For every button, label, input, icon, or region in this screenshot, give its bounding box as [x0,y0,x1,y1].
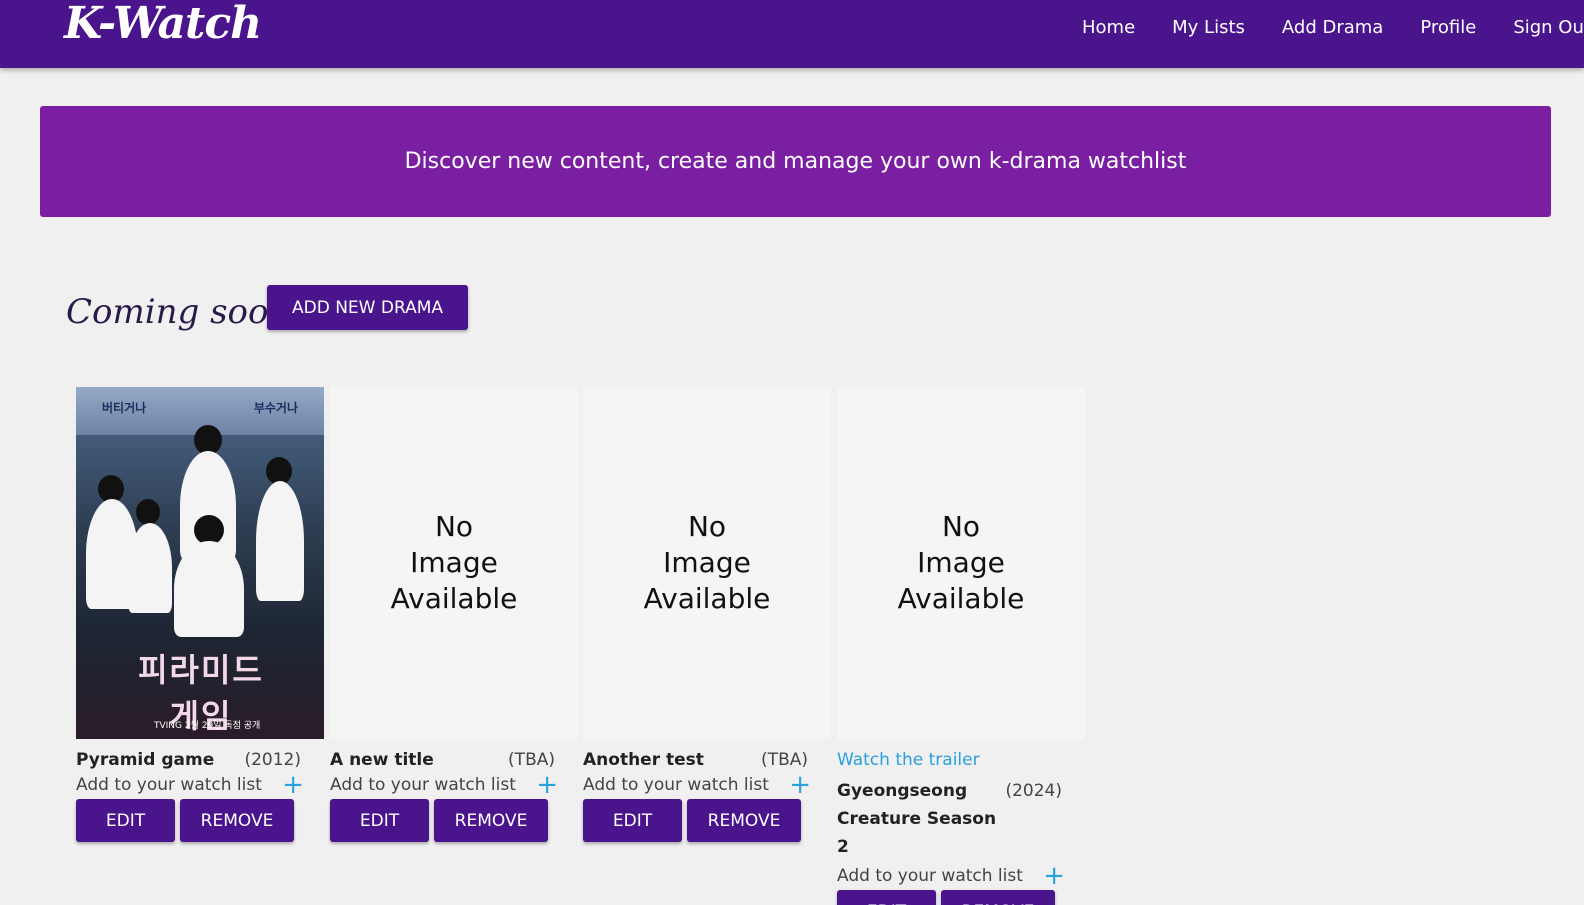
poster-footer: TVING 2월 29일 독점 공개 [154,721,261,731]
drama-title-row: A new title (TBA) [330,750,555,770]
drama-year: (TBA) [761,750,808,770]
drama-year: (2012) [244,750,301,770]
drama-title-row: Gyeongseong Creature Season 2 (2024) [837,777,1062,861]
no-image-placeholder[interactable]: No Image Available [583,387,831,739]
watchlist-row: Add to your watch list + [330,772,558,798]
no-image-placeholder[interactable]: No Image Available [837,387,1085,739]
no-image-text: Available [643,582,771,615]
card-actions: EDIT REMOVE [837,890,1085,905]
no-image-text: Image [917,546,1005,579]
edit-button[interactable]: EDIT [330,799,429,842]
nav-profile[interactable]: Profile [1420,17,1476,38]
card-actions: EDIT REMOVE [583,799,831,842]
poster-figure [128,523,172,613]
add-to-watchlist-icon[interactable]: + [789,772,811,798]
add-new-drama-button[interactable]: ADD NEW DRAMA [267,285,468,330]
poster-logo: 피라미드 게임 [138,651,264,735]
add-to-watchlist-icon[interactable]: + [1043,863,1065,889]
nav-sign-out[interactable]: Sign Out [1513,17,1584,38]
watchlist-row: Add to your watch list + [583,772,811,798]
no-image-text: Available [390,582,518,615]
no-image-text: Image [663,546,751,579]
drama-card: No Image Available Another test (TBA) Ad… [583,387,831,842]
brand-logo[interactable]: K-Watch [64,0,262,49]
poster-tagline-left: 버티거나 [102,401,147,415]
drama-title-row: Pyramid game (2012) [76,750,301,770]
no-image-text: No [941,510,981,543]
drama-card: No Image Available A new title (TBA) Add… [330,387,578,842]
watchlist-row: Add to your watch list + [837,863,1065,889]
poster-figure [174,541,244,637]
edit-button[interactable]: EDIT [837,890,936,905]
no-image-text: No [687,510,727,543]
remove-button[interactable]: REMOVE [434,799,548,842]
drama-card: No Image Available Watch the trailer Gye… [837,387,1085,905]
watchlist-label: Add to your watch list [76,775,262,795]
drama-title: Pyramid game [76,750,215,770]
no-image-text: No [434,510,474,543]
remove-button[interactable]: REMOVE [180,799,294,842]
drama-card: 버티거나 부수거나 피라미드 게임 TVING 2월 29일 독점 공개 Pyr… [76,387,324,842]
nav-add-drama[interactable]: Add Drama [1282,17,1383,38]
section-title: Coming soon [66,292,291,332]
drama-title: Gyeongseong Creature Season 2 [837,781,997,857]
watchlist-label: Add to your watch list [330,775,516,795]
drama-title: Another test [583,750,704,770]
navbar: K-Watch Home My Lists Add Drama Profile … [0,0,1584,68]
drama-title: A new title [330,750,434,770]
poster-tagline: 버티거나 부수거나 [102,399,298,416]
nav-home[interactable]: Home [1082,17,1135,38]
card-actions: EDIT REMOVE [330,799,578,842]
hero-banner: Discover new content, create and manage … [40,106,1551,217]
drama-poster[interactable]: 버티거나 부수거나 피라미드 게임 TVING 2월 29일 독점 공개 [76,387,324,739]
drama-year: (TBA) [508,750,555,770]
edit-button[interactable]: EDIT [76,799,175,842]
no-image-text: Image [410,546,498,579]
nav-links: Home My Lists Add Drama Profile Sign Out [1082,17,1584,38]
edit-button[interactable]: EDIT [583,799,682,842]
add-to-watchlist-icon[interactable]: + [536,772,558,798]
watchlist-label: Add to your watch list [583,775,769,795]
poster-figure [256,481,304,601]
drama-title-row: Another test (TBA) [583,750,808,770]
remove-button[interactable]: REMOVE [687,799,801,842]
card-actions: EDIT REMOVE [76,799,324,842]
no-image-text: Available [897,582,1025,615]
watchlist-row: Add to your watch list + [76,772,304,798]
nav-my-lists[interactable]: My Lists [1172,17,1245,38]
remove-button[interactable]: REMOVE [941,890,1055,905]
hero-text: Discover new content, create and manage … [404,149,1187,174]
poster-tagline-right: 부수거나 [253,401,298,415]
add-to-watchlist-icon[interactable]: + [282,772,304,798]
poster-figure [136,499,160,525]
watch-trailer-link[interactable]: Watch the trailer [837,750,1085,770]
watchlist-label: Add to your watch list [837,866,1023,886]
no-image-placeholder[interactable]: No Image Available [330,387,578,739]
drama-year: (2024) [1005,781,1062,801]
